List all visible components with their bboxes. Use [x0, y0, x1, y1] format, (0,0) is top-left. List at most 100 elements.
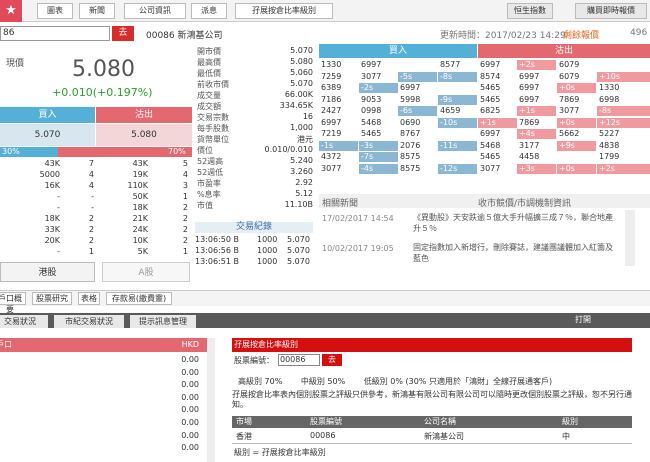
- orderbook-cell: +1s: [517, 106, 556, 116]
- tab-trade-status[interactable]: 交易狀況: [0, 315, 48, 328]
- pps-deposit-button[interactable]: 存款易(繳費靈): [106, 292, 172, 305]
- stat-label: 市盈率: [197, 179, 221, 188]
- orderbook-cell: 8577: [438, 60, 477, 70]
- balance-value: 0.00: [181, 405, 199, 415]
- queue-row: 20K 2 10K 2: [0, 236, 192, 247]
- tab-auction-info[interactable]: 收市競價/市調機制資訊: [478, 196, 571, 209]
- margin-code-label: 股票編號：: [234, 356, 274, 365]
- balance-row: 0.00: [0, 431, 215, 443]
- cell-company-name: 新鴻基公司: [424, 432, 464, 441]
- queue-cell: 7: [88, 159, 94, 168]
- stat-row: 52週低 3.260: [195, 167, 313, 178]
- balance-row: 0.00: [0, 355, 215, 367]
- orderbook-cell: 6997: [478, 129, 517, 139]
- tab-news[interactable]: 新聞: [79, 3, 115, 19]
- tab-margin-ratio[interactable]: 孖展按倉比率級別: [235, 3, 333, 19]
- orderbook-cell: +0s: [557, 83, 596, 93]
- cell-level: 中: [562, 432, 570, 441]
- orderbook-cell: -1s: [319, 140, 358, 151]
- queue-row: 18K 2 21K 2: [0, 214, 192, 225]
- realtime-quote-count: 496: [630, 28, 648, 38]
- orderbook-cell: 1799: [597, 152, 650, 162]
- a-shares-button[interactable]: A股: [102, 262, 190, 282]
- trade-cell: 5.070: [287, 257, 310, 266]
- orderbook-cell: 3177: [517, 140, 556, 151]
- hk-stocks-button[interactable]: 港股: [0, 262, 95, 282]
- queue-cell: 18K: [132, 203, 148, 212]
- orderbook-cell: -8s: [597, 106, 650, 116]
- queue-cell: 4: [182, 170, 188, 179]
- orderbook-cell: 4372: [319, 152, 358, 162]
- trade-cell: 1000: [257, 235, 278, 244]
- stat-value: 5.060: [290, 68, 313, 77]
- tab-dividend[interactable]: 派息: [191, 3, 227, 19]
- tab-alert-management[interactable]: 提示訊息管理: [130, 315, 196, 328]
- go-button[interactable]: 去: [112, 26, 134, 41]
- orderbook-cell: 5468: [478, 140, 517, 151]
- bid-header: 買入: [0, 107, 95, 123]
- stat-value: 5.070: [290, 46, 313, 55]
- stat-row: 成交額 334.65K: [195, 101, 313, 112]
- orderbook-cell: [438, 83, 477, 93]
- tab-company-info[interactable]: 公司資訊: [124, 3, 186, 19]
- orderbook-cell: 6997: [478, 60, 517, 70]
- orderbook-cell: +4s: [517, 129, 556, 139]
- stat-row: 最低價 5.060: [195, 68, 313, 79]
- realtime-quote-link[interactable]: 剩餘報價: [563, 28, 599, 41]
- queue-cell: 1: [182, 247, 188, 256]
- tab-hang-seng-index[interactable]: 恒生指數: [507, 3, 553, 19]
- trade-cell: 1000: [257, 246, 278, 255]
- queue-cell: 2: [182, 203, 188, 212]
- margin-code-input[interactable]: 00086: [278, 354, 320, 366]
- favorite-star-icon[interactable]: ★: [0, 0, 22, 22]
- queue-cell: 3: [182, 181, 188, 190]
- tab-chart[interactable]: 圖表: [37, 3, 73, 19]
- queue-cell: 21K: [132, 214, 148, 223]
- orderbook-cell: 7219: [319, 129, 358, 139]
- stat-label: 交易宗數: [197, 113, 229, 122]
- trade-cell: 1000: [257, 257, 278, 266]
- queue-cell: 20K: [44, 236, 60, 245]
- queue-cell: 2: [182, 225, 188, 234]
- stat-label: 貨幣單位: [197, 135, 229, 144]
- tab-history-status[interactable]: 市紀交易狀況: [54, 315, 124, 328]
- queue-cell: 43K: [132, 159, 148, 168]
- orderbook-cell: 6998: [597, 94, 650, 105]
- forms-button[interactable]: 表格: [78, 292, 100, 305]
- buy-realtime-quote-button[interactable]: 購買即時報價: [575, 3, 647, 19]
- stat-value: 5.080: [290, 57, 313, 66]
- orderbook-cell: 6997: [517, 94, 556, 105]
- margin-go-button[interactable]: 去: [322, 354, 342, 366]
- stat-row: 52週高 5.240: [195, 156, 313, 167]
- orderbook-cell: -2s: [359, 83, 398, 93]
- balance-row: 0.00: [0, 418, 215, 430]
- news-headline[interactable]: 固定指數加入新增行，刪除賽誌，建議團議體加入紅籌及藍色: [413, 242, 618, 264]
- orderbook-cell: 6389: [319, 83, 358, 93]
- news-scrollbar[interactable]: [625, 210, 635, 266]
- price-change: +0.010(+0.197%): [52, 86, 153, 99]
- orderbook-cell: 3077: [478, 163, 517, 174]
- orderbook-cell: 5465: [478, 94, 517, 105]
- news-date: 17/02/2017 14:54: [322, 214, 394, 223]
- stat-row: 每手股數 1,000: [195, 123, 313, 134]
- tab-related-news[interactable]: 相關新聞: [322, 196, 358, 209]
- current-price: 5.080: [72, 57, 135, 82]
- queue-cell: -: [57, 203, 60, 212]
- update-time: 更新時間：2017/02/23 14:29: [440, 31, 566, 41]
- account-summary-button[interactable]: 戶口概要: [0, 292, 26, 314]
- orderbook-cell: -6s: [398, 106, 437, 116]
- orderbook-cell: -11s: [438, 140, 477, 151]
- stat-label: 最低價: [197, 69, 221, 78]
- table-divider: [232, 443, 632, 444]
- orderbook-cell: 6997: [359, 60, 398, 70]
- stock-research-button[interactable]: 股票研究: [32, 292, 72, 305]
- stat-value: 5.12: [295, 189, 313, 198]
- orderbook-cell: 6825: [478, 106, 517, 116]
- news-headline[interactable]: 《異動股》天安跌逾５億大手升幅擴三成７％，聯合地產升５％: [413, 212, 618, 234]
- open-button[interactable]: 打開: [575, 314, 591, 325]
- balance-value: 0.00: [181, 430, 199, 440]
- balance-value: 0.00: [181, 367, 199, 377]
- stock-code-input[interactable]: 86: [0, 26, 110, 41]
- stat-label: 最高價: [197, 58, 221, 67]
- balance-scrollbar[interactable]: [207, 338, 215, 462]
